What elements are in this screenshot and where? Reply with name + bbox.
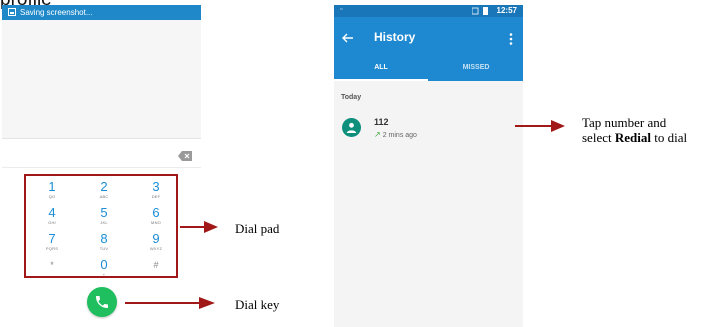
more-options-icon[interactable] <box>509 33 513 45</box>
call-number: 112 <box>374 117 389 127</box>
app-bar: History <box>334 17 523 57</box>
dial-button[interactable] <box>87 287 117 317</box>
screenshot-icon <box>8 8 16 16</box>
arrow-dial-pad <box>180 221 218 233</box>
tab-all[interactable]: ALL <box>334 57 428 81</box>
arrow-dial-key <box>125 297 215 309</box>
dial-pad-highlight <box>24 174 178 278</box>
call-log-item[interactable]: 112 ↗ 2 mins ago <box>334 111 523 145</box>
tab-bar: ALL MISSED <box>334 57 523 81</box>
label-redial: Tap number and select Redial to dial <box>582 115 687 145</box>
outgoing-call-icon: ↗ <box>374 130 381 139</box>
person-icon <box>346 122 357 133</box>
tab-missed[interactable]: MISSED <box>429 57 523 81</box>
label-redial-suffix: to dial <box>650 130 688 145</box>
status-notification-icon: ▫ <box>340 6 343 13</box>
status-time: 12:57 <box>496 6 517 15</box>
dialer-empty-area <box>2 20 201 138</box>
label-redial-bold: Redial <box>614 130 651 145</box>
section-header-today: Today <box>341 94 362 101</box>
notification-text: Saving screenshot... <box>20 8 93 17</box>
page-title: History <box>374 30 416 44</box>
call-time: 2 mins ago <box>382 132 417 139</box>
signal-battery-icon <box>472 7 488 15</box>
status-bar: ▫ 12:57 <box>334 5 523 17</box>
phone-icon <box>96 296 108 308</box>
avatar <box>342 118 361 137</box>
call-history-screen: ▫ 12:57 History ALL MISSED Today 112 ↗ 2 … <box>334 5 523 327</box>
label-dial-key: Dial key <box>235 297 280 312</box>
label-redial-line1: Tap number and <box>582 115 667 130</box>
arrow-redial <box>515 120 565 132</box>
call-time-wrapper: ↗ 2 mins ago <box>374 130 417 139</box>
label-dial-pad: Dial pad <box>235 221 280 236</box>
digits-field[interactable] <box>2 139 201 168</box>
back-arrow-icon[interactable] <box>342 33 353 43</box>
notification-bar[interactable]: Saving screenshot... <box>2 5 201 20</box>
label-redial-prefix: select <box>582 130 615 145</box>
backspace-icon[interactable] <box>178 151 192 161</box>
